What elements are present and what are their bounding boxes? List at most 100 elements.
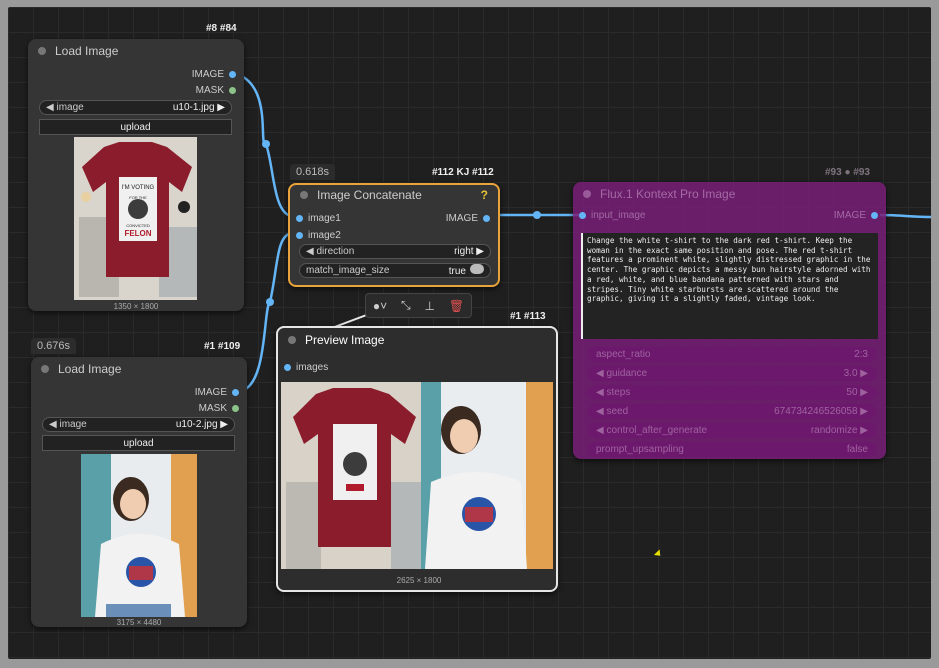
toggle-label: match_image_size: [306, 265, 390, 276]
node-header[interactable]: Preview Image: [278, 328, 556, 352]
load-image-node-1[interactable]: #8 #84 Load Image IMAGE MASK ◀ image u10…: [28, 23, 244, 311]
prompt-upsampling-toggle[interactable]: prompt_upsampling false: [588, 442, 876, 457]
direction-combo[interactable]: ◀ direction right ▶: [299, 244, 491, 259]
input-image1[interactable]: image1: [296, 213, 341, 224]
output-image[interactable]: IMAGE: [192, 69, 236, 80]
node-title: Load Image: [55, 44, 119, 58]
prompt-textarea[interactable]: Change the white t-shirt to the dark red…: [581, 233, 878, 339]
image-size-label: 3175 × 4480: [116, 618, 162, 627]
output-label: IMAGE: [191, 69, 224, 80]
guidance-slider[interactable]: ◀ guidance 3.0 ▶: [588, 366, 876, 381]
shirt-text-4: FELON: [124, 229, 151, 238]
match-size-toggle[interactable]: match_image_size true: [299, 263, 491, 278]
mouse-cursor-icon: [653, 549, 664, 559]
collapse-dot-icon[interactable]: [300, 191, 308, 199]
upload-button[interactable]: upload: [42, 435, 235, 451]
color-circle-icon[interactable]: ●˅: [373, 299, 387, 313]
load-image-node-2[interactable]: 0.676s #1 #109 Load Image IMAGE MASK ◀ i…: [31, 338, 247, 627]
steps-slider[interactable]: ◀ steps 50 ▶: [588, 385, 876, 400]
socket-icon[interactable]: [229, 87, 236, 94]
node-id-badge: #8 #84: [206, 23, 237, 34]
pin-icon[interactable]: ⊥: [425, 299, 435, 313]
delete-icon[interactable]: 🗑: [449, 299, 464, 313]
widget-value: 2:3: [854, 349, 868, 360]
input-image[interactable]: input_image: [579, 210, 645, 221]
widget-value: false: [846, 444, 868, 455]
socket-icon[interactable]: [579, 212, 586, 219]
socket-icon[interactable]: [871, 212, 878, 219]
help-icon[interactable]: ?: [481, 188, 488, 202]
image-combo[interactable]: ◀ image u10-2.jpg ▶: [42, 417, 235, 432]
socket-icon[interactable]: [296, 215, 303, 222]
wire-kontext-out: [879, 213, 931, 219]
shirt-text-1: I'M VOTING: [122, 185, 155, 191]
widget-value: 674734246526058 ▶: [774, 406, 868, 417]
collapse-dot-icon[interactable]: [38, 47, 46, 55]
preview-image-node[interactable]: #1 #113 Preview Image images 2625 × 1800: [276, 311, 558, 592]
widget-label: ◀ steps: [596, 387, 631, 398]
toggle-value: true: [449, 264, 484, 277]
shirt-text-3: CONVICTED: [126, 223, 150, 228]
combo-value: u10-1.jpg ▶: [172, 102, 225, 113]
node-title: Load Image: [58, 362, 122, 376]
preview-output-image: [281, 382, 553, 569]
bypass-icon[interactable]: ⤡: [401, 298, 411, 313]
exec-time: 0.676s: [31, 338, 77, 354]
node-id-badge: #1 #113: [510, 311, 546, 322]
output-image[interactable]: IMAGE: [834, 210, 878, 221]
node-toolbar: ●˅ ⤡ ⊥ 🗑: [365, 293, 472, 318]
node-canvas[interactable]: #8 #84 Load Image IMAGE MASK ◀ image u10…: [8, 7, 931, 659]
input-images[interactable]: images: [284, 362, 328, 373]
widget-value: 3.0 ▶: [843, 368, 868, 379]
output-label: MASK: [195, 85, 224, 96]
widget-label: prompt_upsampling: [596, 444, 684, 455]
input-label: image2: [308, 230, 341, 241]
collapse-dot-icon[interactable]: [288, 336, 296, 344]
socket-icon[interactable]: [284, 364, 291, 371]
node-header[interactable]: Flux.1 Kontext Pro Image: [573, 182, 886, 206]
collapse-dot-icon[interactable]: [41, 365, 49, 373]
aspect-ratio-combo[interactable]: aspect_ratio 2:3: [588, 347, 876, 362]
output-label: IMAGE: [194, 387, 227, 398]
input-image2[interactable]: image2: [296, 230, 341, 241]
output-label: IMAGE: [833, 210, 866, 221]
output-image[interactable]: IMAGE: [195, 387, 239, 398]
socket-icon[interactable]: [296, 232, 303, 239]
input-label: image1: [308, 213, 341, 224]
combo-label: ◀ direction: [306, 246, 355, 257]
node-id-badge: #112 KJ #112: [432, 167, 494, 178]
image-combo[interactable]: ◀ image u10-1.jpg ▶: [39, 100, 232, 115]
socket-icon[interactable]: [483, 215, 490, 222]
control-after-generate-combo[interactable]: ◀ control_after_generate randomize ▶: [588, 423, 876, 438]
collapse-dot-icon[interactable]: [583, 190, 591, 198]
node-title: Preview Image: [305, 333, 385, 347]
image-concatenate-node[interactable]: 0.618s #112 KJ #112 Image Concatenate ? …: [288, 164, 500, 287]
widget-value: 50 ▶: [846, 387, 868, 398]
image-preview: [81, 454, 197, 617]
upload-button[interactable]: upload: [39, 119, 232, 135]
node-title: Image Concatenate: [317, 188, 422, 202]
socket-icon[interactable]: [229, 71, 236, 78]
widget-value: randomize ▶: [810, 425, 868, 436]
output-image[interactable]: IMAGE: [446, 213, 490, 224]
widget-label: ◀ guidance: [596, 368, 648, 379]
seed-input[interactable]: ◀ seed 674734246526058 ▶: [588, 404, 876, 419]
input-label: images: [296, 362, 329, 373]
node-id-badge: #93 ● #93: [825, 167, 870, 178]
combo-label: ◀ image: [46, 102, 84, 113]
node-header[interactable]: Image Concatenate ?: [290, 185, 498, 205]
output-mask[interactable]: MASK: [199, 403, 239, 414]
output-mask[interactable]: MASK: [196, 85, 236, 96]
output-label: MASK: [198, 403, 227, 414]
exec-time: 0.618s: [290, 164, 336, 180]
node-header[interactable]: Load Image: [28, 39, 244, 63]
wire-load1-to-concat: [236, 72, 292, 218]
image-size-label: 1350 × 1800: [113, 302, 159, 311]
toggle-switch-icon[interactable]: [470, 264, 484, 274]
socket-icon[interactable]: [232, 405, 239, 412]
combo-value: right ▶: [454, 246, 484, 257]
image-size-label: 2625 × 1800: [396, 576, 442, 585]
socket-icon[interactable]: [232, 389, 239, 396]
node-header[interactable]: Load Image: [31, 357, 247, 381]
widget-label: ◀ control_after_generate: [596, 425, 708, 436]
